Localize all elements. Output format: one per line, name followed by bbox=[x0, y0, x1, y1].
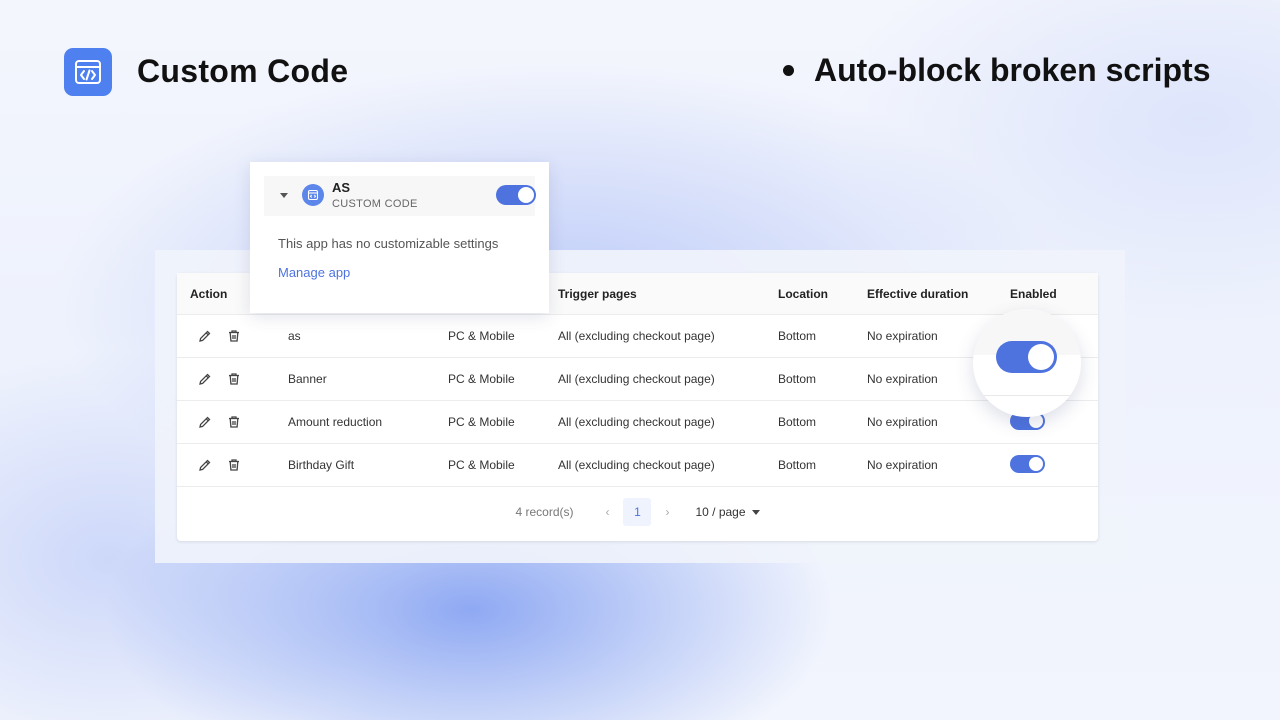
row-trigger-pages: All (excluding checkout page) bbox=[558, 357, 778, 401]
popover-body: This app has no customizable settings Ma… bbox=[264, 216, 535, 286]
edit-pencil-icon[interactable] bbox=[196, 414, 213, 431]
app-name: AS bbox=[332, 180, 351, 195]
app-image-icon bbox=[302, 184, 324, 206]
delete-trash-icon[interactable] bbox=[225, 328, 242, 345]
enabled-toggle[interactable] bbox=[1010, 454, 1045, 473]
row-device: PC & Mobile bbox=[448, 400, 558, 444]
bullet-dot bbox=[783, 65, 794, 76]
no-settings-message: This app has no customizable settings bbox=[278, 236, 499, 251]
row-device: PC & Mobile bbox=[448, 443, 558, 487]
app-enabled-toggle[interactable] bbox=[496, 185, 536, 205]
toggle-knob bbox=[1029, 456, 1043, 471]
delete-trash-icon[interactable] bbox=[225, 371, 242, 388]
row-location: Bottom bbox=[778, 400, 867, 444]
row-device: PC & Mobile bbox=[448, 314, 558, 358]
row-location: Bottom bbox=[778, 443, 867, 487]
row-name: Banner bbox=[288, 357, 448, 401]
row-trigger-pages: All (excluding checkout page) bbox=[558, 314, 778, 358]
magnified-toggle-callout bbox=[973, 309, 1081, 417]
row-effective-duration: No expiration bbox=[867, 400, 1010, 444]
feature-bullet: Auto-block broken scripts bbox=[783, 52, 1211, 89]
table-row: as PC & Mobile All (excluding checkout p… bbox=[177, 314, 1098, 358]
row-trigger-pages: All (excluding checkout page) bbox=[558, 443, 778, 487]
column-header-trigger-pages: Trigger pages bbox=[558, 273, 778, 315]
column-header-location: Location bbox=[778, 273, 867, 315]
row-trigger-pages: All (excluding checkout page) bbox=[558, 400, 778, 444]
caret-down-icon bbox=[751, 509, 760, 515]
delete-trash-icon[interactable] bbox=[225, 457, 242, 474]
row-name: Birthday Gift bbox=[288, 443, 448, 487]
magnified-row-divider bbox=[973, 395, 1081, 396]
popover-header: AS CUSTOM CODE bbox=[264, 176, 536, 216]
caret-down-icon[interactable] bbox=[280, 193, 288, 198]
edit-pencil-icon[interactable] bbox=[196, 371, 213, 388]
edit-pencil-icon[interactable] bbox=[196, 457, 213, 474]
enabled-toggle-magnified[interactable] bbox=[996, 341, 1057, 373]
page-size-label: 10 / page bbox=[695, 505, 746, 519]
feature-text: Auto-block broken scripts bbox=[814, 52, 1211, 88]
page-title: Custom Code bbox=[137, 53, 349, 89]
table-row: Birthday Gift PC & Mobile All (excluding… bbox=[177, 443, 1098, 487]
toggle-knob bbox=[518, 187, 534, 203]
row-location: Bottom bbox=[778, 314, 867, 358]
table-row: Amount reduction PC & Mobile All (exclud… bbox=[177, 400, 1098, 444]
row-effective-duration: No expiration bbox=[867, 443, 1010, 487]
row-name: Amount reduction bbox=[288, 400, 448, 444]
page-size-select[interactable]: 10 / page bbox=[695, 505, 760, 519]
table-row: Banner PC & Mobile All (excluding checko… bbox=[177, 357, 1098, 401]
chevron-right-icon[interactable]: › bbox=[657, 505, 677, 519]
app-settings-popover: AS CUSTOM CODE This app has no customiza… bbox=[250, 162, 549, 313]
record-count: 4 record(s) bbox=[515, 505, 574, 519]
pagination: 4 record(s) ‹ 1 › 10 / page bbox=[177, 498, 1098, 526]
row-location: Bottom bbox=[778, 357, 867, 401]
manage-app-link[interactable]: Manage app bbox=[278, 265, 350, 280]
chevron-left-icon[interactable]: ‹ bbox=[597, 505, 617, 519]
row-name: as bbox=[288, 314, 448, 358]
delete-trash-icon[interactable] bbox=[225, 414, 242, 431]
custom-code-table-card: Action Trigger pages Location Effective … bbox=[177, 273, 1098, 541]
toggle-knob bbox=[1028, 344, 1054, 370]
row-device: PC & Mobile bbox=[448, 357, 558, 401]
page-button-current[interactable]: 1 bbox=[623, 498, 652, 526]
edit-pencil-icon[interactable] bbox=[196, 328, 213, 345]
code-window-icon bbox=[64, 48, 112, 96]
app-type-label: CUSTOM CODE bbox=[332, 198, 418, 210]
